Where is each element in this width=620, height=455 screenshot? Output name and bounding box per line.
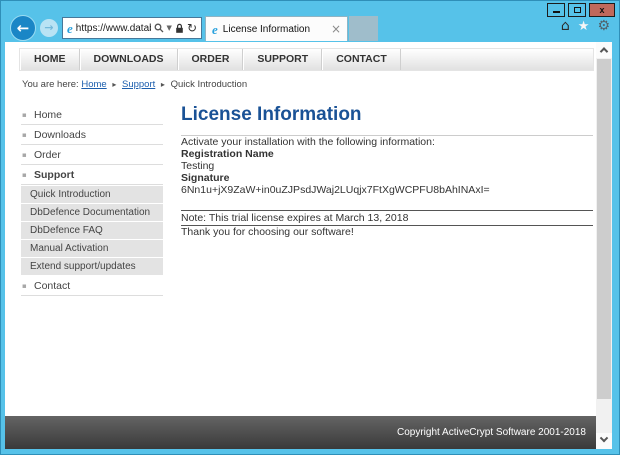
- forward-button[interactable]: →: [40, 19, 58, 37]
- settings-gear-icon[interactable]: ⚙: [597, 19, 610, 33]
- favorites-star-icon[interactable]: ★: [578, 20, 590, 33]
- breadcrumb-prefix: You are here:: [22, 79, 79, 90]
- chevron-up-icon: [600, 47, 608, 55]
- sidebar-item-label: Contact: [34, 280, 70, 292]
- back-button[interactable]: ←: [10, 15, 36, 41]
- sidebar-subitem-manual-activation[interactable]: Manual Activation: [21, 240, 163, 257]
- nav-item-support[interactable]: SUPPORT: [243, 49, 322, 70]
- breadcrumb-current: Quick Introduction: [171, 79, 248, 90]
- new-tab-button[interactable]: [349, 16, 378, 41]
- main-content: License Information Activate your instal…: [181, 104, 593, 238]
- bullet-icon: ▪: [22, 276, 27, 296]
- scrollbar-thumb[interactable]: [597, 59, 611, 399]
- sidebar-item-support[interactable]: ▪ Support: [21, 165, 163, 185]
- breadcrumb-link-support[interactable]: Support: [122, 79, 155, 90]
- address-url[interactable]: https://www.databa...: [76, 23, 151, 34]
- vertical-scrollbar[interactable]: [596, 42, 612, 449]
- page-title: License Information: [181, 104, 593, 136]
- sidebar-subitem-quick-introduction[interactable]: Quick Introduction: [21, 186, 163, 203]
- sidebar-subitem-extend-support[interactable]: Extend support/updates: [21, 258, 163, 275]
- sidebar-item-home[interactable]: ▪ Home: [21, 105, 163, 125]
- sidebar-item-contact[interactable]: ▪ Contact: [21, 276, 163, 296]
- close-button[interactable]: x: [589, 3, 615, 17]
- tab-close-icon[interactable]: ×: [331, 23, 341, 35]
- bullet-icon: ▪: [22, 145, 27, 165]
- sidebar-item-order[interactable]: ▪ Order: [21, 145, 163, 165]
- back-arrow-icon: ←: [17, 19, 30, 37]
- nav-item-order[interactable]: ORDER: [178, 49, 244, 70]
- chevron-down-icon[interactable]: ▼: [167, 24, 172, 32]
- nav-item-home[interactable]: HOME: [20, 49, 80, 70]
- breadcrumb: You are here: Home ▸ Support ▸ Quick Int…: [22, 79, 247, 90]
- license-expiry-note: Note: This trial license expires at Marc…: [181, 210, 593, 226]
- ie-logo-icon: e: [212, 23, 218, 36]
- sidebar-item-label: Support: [34, 169, 74, 181]
- sidebar-subitem-dbdefence-faq[interactable]: DbDefence FAQ: [21, 222, 163, 239]
- tab-title: License Information: [223, 24, 326, 35]
- window-controls: x: [547, 3, 615, 17]
- address-bar[interactable]: e https://www.databa... ▼ ↻: [62, 17, 202, 39]
- page-footer: Copyright ActiveCrypt Software 2001-2018: [5, 416, 596, 449]
- breadcrumb-link-home[interactable]: Home: [81, 79, 106, 90]
- refresh-icon[interactable]: ↻: [187, 22, 197, 34]
- registration-name-label: Registration Name: [181, 148, 593, 160]
- scroll-up-button[interactable]: [596, 42, 612, 58]
- chevron-down-icon: [600, 434, 608, 442]
- bullet-icon: ▪: [22, 165, 27, 185]
- signature-value: 6Nn1u+jX9ZaW+in0uZJPsdJWaj2LUqjx7FtXgWCP…: [181, 184, 593, 196]
- breadcrumb-separator-icon: ▸: [158, 80, 168, 89]
- close-icon: x: [599, 6, 604, 15]
- thanks-text: Thank you for choosing our software!: [181, 226, 593, 238]
- nav-item-downloads[interactable]: DOWNLOADS: [80, 49, 178, 70]
- browser-window: x ← → e https://www.databa... ▼ ↻ e Lice…: [0, 0, 620, 455]
- search-icon[interactable]: [154, 23, 164, 33]
- page-content: HOME DOWNLOADS ORDER SUPPORT CONTACT You…: [5, 42, 596, 449]
- signature-label: Signature: [181, 172, 593, 184]
- copyright-text: Copyright ActiveCrypt Software 2001-2018: [397, 427, 586, 438]
- intro-text: Activate your installation with the foll…: [181, 136, 593, 148]
- browser-tab[interactable]: e License Information ×: [205, 16, 348, 41]
- sidebar-item-label: Order: [34, 149, 61, 161]
- breadcrumb-separator-icon: ▸: [109, 80, 119, 89]
- sidebar: ▪ Home ▪ Downloads ▪ Order ▪ Support Qui…: [21, 105, 163, 296]
- bullet-icon: ▪: [22, 105, 27, 125]
- forward-arrow-icon: →: [44, 21, 53, 34]
- maximize-icon: [574, 7, 581, 13]
- scroll-down-button[interactable]: [596, 433, 612, 449]
- lock-icon: [175, 23, 184, 34]
- ie-logo-icon: e: [67, 22, 73, 35]
- minimize-icon: [553, 11, 560, 13]
- bullet-icon: ▪: [22, 125, 27, 145]
- sidebar-subitem-dbdefence-documentation[interactable]: DbDefence Documentation: [21, 204, 163, 221]
- sidebar-item-label: Home: [34, 109, 62, 121]
- home-icon[interactable]: ⌂: [561, 19, 570, 33]
- main-navigation: HOME DOWNLOADS ORDER SUPPORT CONTACT: [19, 48, 594, 71]
- registration-name-value: Testing: [181, 160, 593, 172]
- toolbar-right-icons: ⌂ ★ ⚙: [561, 19, 610, 33]
- nav-item-contact[interactable]: CONTACT: [322, 49, 401, 70]
- sidebar-item-downloads[interactable]: ▪ Downloads: [21, 125, 163, 145]
- minimize-button[interactable]: [547, 3, 565, 17]
- maximize-button[interactable]: [568, 3, 586, 17]
- sidebar-item-label: Downloads: [34, 129, 86, 141]
